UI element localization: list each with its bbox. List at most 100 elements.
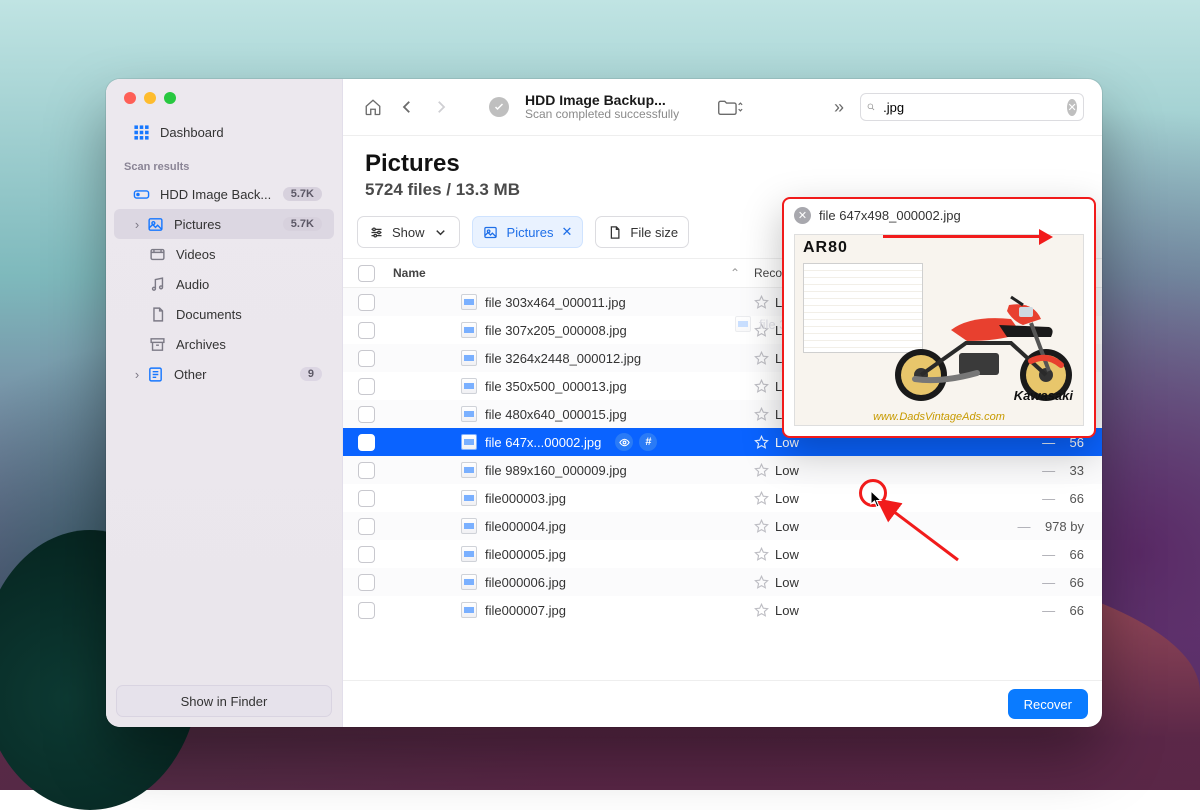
document-icon bbox=[148, 305, 166, 323]
preview-button[interactable] bbox=[615, 433, 633, 451]
row-checkbox[interactable] bbox=[358, 294, 375, 311]
chevron-right-icon: › bbox=[132, 367, 142, 382]
sidebar-item-other[interactable]: › Other 9 bbox=[114, 359, 334, 389]
sidebar-badge: 5.7K bbox=[283, 187, 322, 201]
table-row[interactable]: file000005.jpgLow— 66 bbox=[343, 540, 1102, 568]
file-name: file 647x...00002.jpg bbox=[485, 435, 601, 450]
sidebar-item-audio[interactable]: Audio bbox=[114, 269, 334, 299]
file-icon bbox=[461, 518, 477, 534]
search-field[interactable]: ✕ bbox=[860, 93, 1084, 121]
select-all-checkbox[interactable] bbox=[358, 265, 375, 282]
sidebar-item-documents[interactable]: Documents bbox=[114, 299, 334, 329]
search-icon bbox=[867, 100, 875, 114]
sidebar-item-label: Audio bbox=[176, 277, 322, 292]
grid-icon bbox=[132, 123, 150, 141]
row-checkbox[interactable] bbox=[358, 462, 375, 479]
search-input[interactable] bbox=[881, 99, 1061, 116]
table-row[interactable]: file 989x160_000009.jpgLow— 33 bbox=[343, 456, 1102, 484]
window-controls bbox=[106, 79, 342, 117]
last-modified: — bbox=[1042, 603, 1055, 618]
star-icon bbox=[754, 547, 769, 562]
star-icon bbox=[754, 323, 769, 338]
file-name: file 303x464_000011.jpg bbox=[485, 295, 626, 310]
sidebar-item-dashboard[interactable]: Dashboard bbox=[114, 117, 334, 147]
recover-button[interactable]: Recover bbox=[1008, 689, 1088, 719]
file-name: file000007.jpg bbox=[485, 603, 566, 618]
file-icon bbox=[461, 574, 477, 590]
star-icon bbox=[754, 379, 769, 394]
column-name[interactable]: Name ⌃ bbox=[389, 266, 754, 280]
row-checkbox[interactable] bbox=[358, 322, 375, 339]
show-in-finder-button[interactable]: Show in Finder bbox=[116, 685, 332, 717]
remove-filter-icon[interactable]: ✕ bbox=[562, 224, 573, 240]
row-checkbox[interactable] bbox=[358, 602, 375, 619]
row-checkbox[interactable] bbox=[358, 350, 375, 367]
minimize-window-button[interactable] bbox=[144, 92, 156, 104]
close-window-button[interactable] bbox=[124, 92, 136, 104]
table-row[interactable]: file000004.jpg Low — 978 by bbox=[343, 512, 1102, 540]
file-name: file 480x640_000015.jpg bbox=[485, 407, 627, 422]
preview-image: AR80 bbox=[794, 234, 1084, 426]
star-icon bbox=[754, 463, 769, 478]
clear-search-button[interactable]: ✕ bbox=[1067, 99, 1077, 116]
star-icon bbox=[754, 575, 769, 590]
show-filter-button[interactable]: Show bbox=[357, 216, 460, 248]
row-checkbox[interactable] bbox=[358, 378, 375, 395]
folder-dropdown-button[interactable] bbox=[717, 96, 743, 118]
page-title: Pictures bbox=[365, 150, 1080, 178]
recovery-value: Low bbox=[775, 519, 799, 534]
sidebar-item-label: Other bbox=[174, 367, 290, 382]
recovery-value: Low bbox=[775, 603, 799, 618]
pictures-filter-chip[interactable]: Pictures ✕ bbox=[472, 216, 584, 248]
forward-button[interactable] bbox=[429, 95, 453, 119]
table-row[interactable]: file000007.jpgLow— 66 bbox=[343, 596, 1102, 624]
drive-icon bbox=[132, 185, 150, 203]
sidebar-item-label: Pictures bbox=[174, 217, 273, 232]
zoom-window-button[interactable] bbox=[164, 92, 176, 104]
file-size-filter-button[interactable]: File size bbox=[595, 216, 689, 248]
other-icon bbox=[146, 365, 164, 383]
file-size: 66 bbox=[1070, 491, 1084, 506]
file-icon bbox=[461, 602, 477, 618]
row-checkbox[interactable] bbox=[358, 574, 375, 591]
star-icon bbox=[754, 519, 769, 534]
file-icon bbox=[461, 434, 477, 450]
sidebar-item-label: Archives bbox=[176, 337, 322, 352]
star-icon bbox=[754, 435, 769, 450]
file-size: 978 by bbox=[1045, 519, 1084, 534]
sidebar-item-pictures[interactable]: › Pictures 5.7K bbox=[114, 209, 334, 239]
row-checkbox[interactable] bbox=[358, 518, 375, 535]
row-checkbox[interactable] bbox=[358, 546, 375, 563]
recovery-value: Low bbox=[775, 575, 799, 590]
sidebar-item-hdd[interactable]: HDD Image Back... 5.7K bbox=[114, 179, 334, 209]
table-row[interactable]: file000006.jpgLow— 66 bbox=[343, 568, 1102, 596]
home-button[interactable] bbox=[361, 95, 385, 119]
row-checkbox[interactable] bbox=[358, 490, 375, 507]
row-checkbox[interactable] bbox=[358, 406, 375, 423]
file-icon bbox=[461, 546, 477, 562]
hex-view-button[interactable]: # bbox=[639, 433, 657, 451]
last-modified: — bbox=[1042, 547, 1055, 562]
sidebar-item-videos[interactable]: Videos bbox=[114, 239, 334, 269]
file-name: file000003.jpg bbox=[485, 491, 566, 506]
recovery-value: Low bbox=[775, 547, 799, 562]
last-modified: — bbox=[1042, 463, 1055, 478]
file-name: file000004.jpg bbox=[485, 519, 566, 534]
last-modified: — bbox=[1042, 575, 1055, 590]
last-modified: — bbox=[1018, 519, 1031, 534]
bottom-bar: Recover bbox=[343, 680, 1102, 727]
close-preview-button[interactable]: ✕ bbox=[794, 207, 811, 224]
chevron-down-icon bbox=[433, 224, 449, 240]
sidebar-item-label: Videos bbox=[176, 247, 322, 262]
preview-filename: file 647x498_000002.jpg bbox=[819, 208, 961, 223]
table-row[interactable]: file000003.jpgLow— 66 bbox=[343, 484, 1102, 512]
file-icon bbox=[606, 224, 622, 240]
sidebar-badge: 9 bbox=[300, 367, 322, 381]
row-checkbox[interactable] bbox=[358, 434, 375, 451]
file-size: 66 bbox=[1070, 547, 1084, 562]
back-button[interactable] bbox=[395, 95, 419, 119]
file-name: file 989x160_000009.jpg bbox=[485, 463, 627, 478]
more-button[interactable]: » bbox=[834, 97, 844, 118]
sidebar-item-archives[interactable]: Archives bbox=[114, 329, 334, 359]
file-size: 33 bbox=[1070, 463, 1084, 478]
